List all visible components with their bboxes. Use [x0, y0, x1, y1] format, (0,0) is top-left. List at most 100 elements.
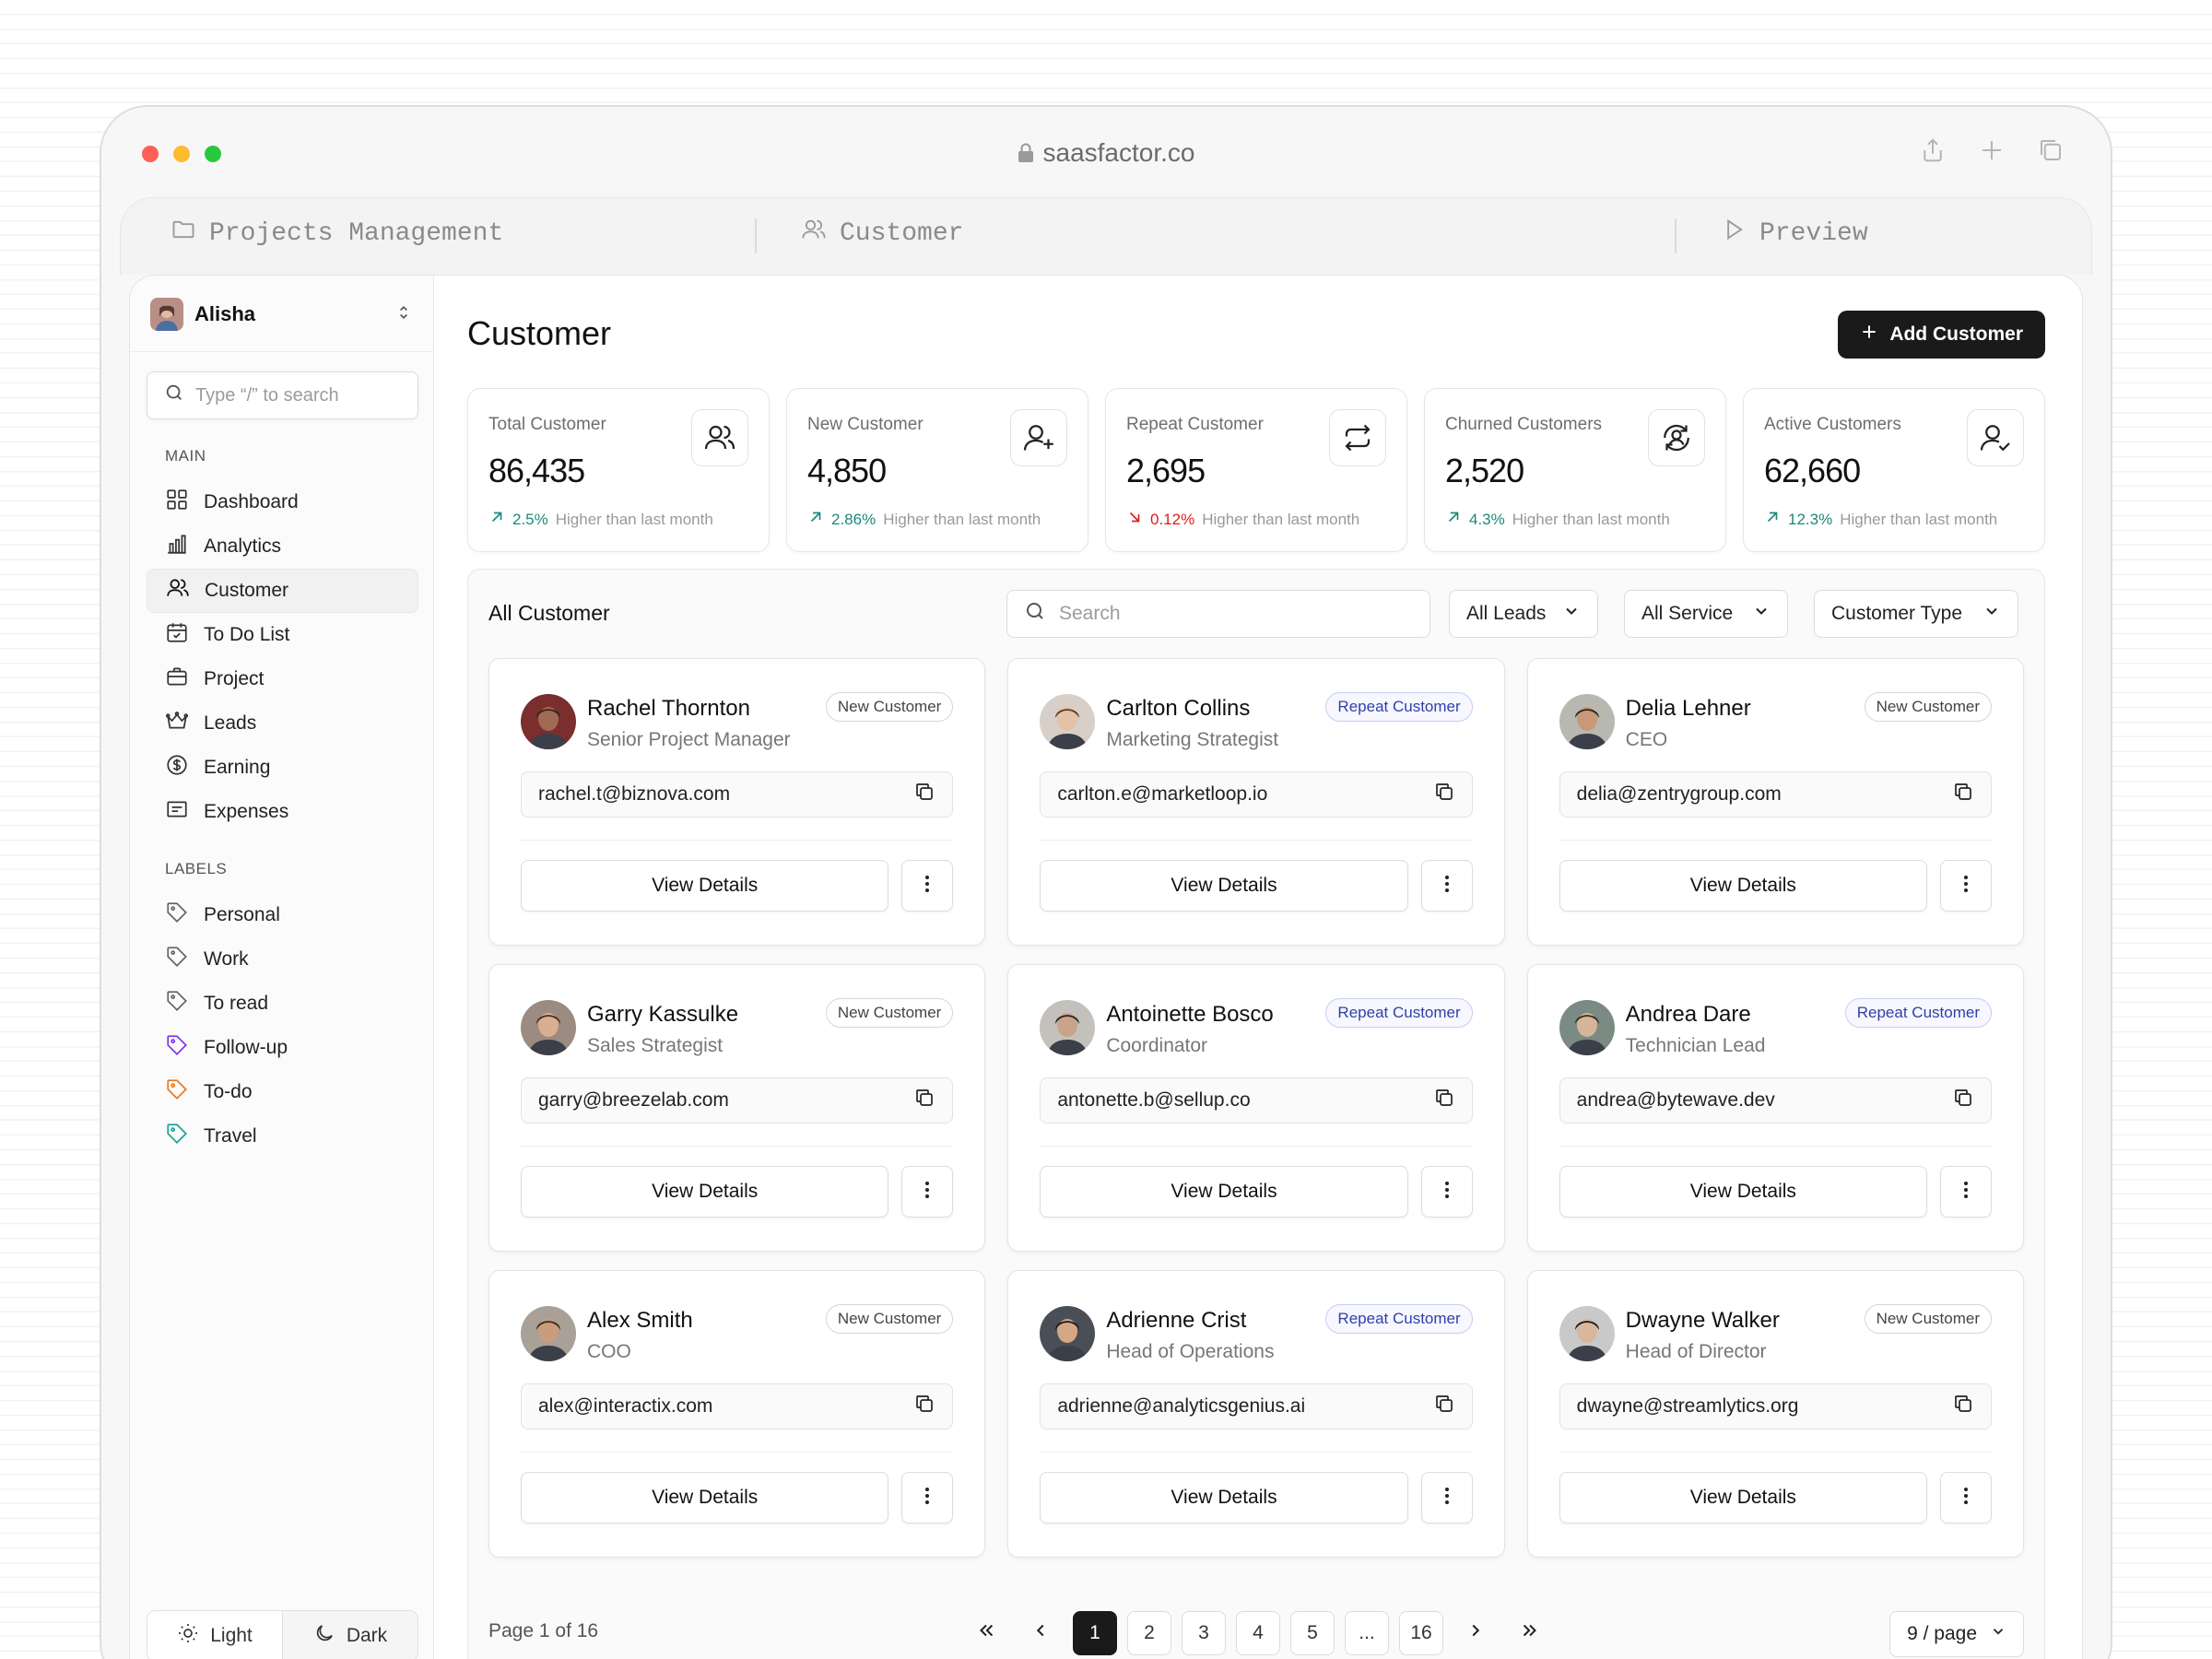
page-button[interactable]: 5: [1290, 1611, 1335, 1655]
more-vertical-icon: [1436, 873, 1458, 900]
tab-preview[interactable]: Preview: [1721, 217, 1868, 251]
sidebar-item-project[interactable]: Project: [147, 657, 418, 701]
sidebar-search-input[interactable]: Type “/” to search: [147, 371, 418, 419]
filter-customer-type[interactable]: Customer Type: [1814, 590, 2018, 638]
sidebar-item-customer[interactable]: Customer: [147, 569, 418, 613]
sidebar-item-analytics[interactable]: Analytics: [147, 524, 418, 569]
divider: [130, 351, 433, 352]
copy-icon[interactable]: [913, 1087, 935, 1114]
more-options-button[interactable]: [1420, 1472, 1473, 1524]
sidebar-item-expenses[interactable]: Expenses: [147, 790, 418, 834]
chevron-down-icon: [1752, 602, 1771, 626]
page-button[interactable]: 16: [1399, 1611, 1443, 1655]
sidebar-item-dashboard[interactable]: Dashboard: [147, 480, 418, 524]
copy-icon[interactable]: [913, 1393, 935, 1420]
avatar: [521, 1000, 576, 1055]
user-switcher[interactable]: Alisha: [150, 294, 413, 335]
tabs-overview-icon[interactable]: [2037, 136, 2065, 169]
email-text: carlton.e@marketloop.io: [1057, 783, 1268, 805]
view-details-button[interactable]: View Details: [1559, 1166, 1927, 1218]
tab-projects-management[interactable]: Projects Management: [171, 217, 503, 251]
sidebar-item-label: Customer: [205, 580, 289, 601]
view-details-button[interactable]: View Details: [521, 860, 889, 912]
section-label-main: MAIN: [165, 447, 206, 465]
trend-note: Higher than last month: [555, 510, 713, 528]
copy-icon[interactable]: [1952, 1393, 1974, 1420]
label-item-to-read[interactable]: To read: [147, 982, 418, 1026]
email-field: adrienne@analyticsgenius.ai: [1040, 1383, 1473, 1430]
page-info: Page 1 of 16: [488, 1620, 599, 1641]
browser-tabbar: Projects Management Customer Preview: [120, 197, 2092, 275]
view-details-button[interactable]: View Details: [1559, 860, 1927, 912]
label-item-text: Travel: [204, 1125, 257, 1147]
label-item-work[interactable]: Work: [147, 937, 418, 982]
trend-value: 12.3%: [1788, 510, 1833, 528]
stat-trend: 2.5% Higher than last month: [488, 509, 713, 530]
address-bar[interactable]: saasfactor.co: [101, 138, 2111, 170]
sidebar-item-label: Leads: [204, 712, 257, 734]
customer-search-input[interactable]: Search: [1006, 590, 1430, 638]
tag-icon: [165, 945, 189, 974]
stat-trend: 12.3% Higher than last month: [1764, 509, 1997, 530]
label-item-to-do[interactable]: To-do: [147, 1070, 418, 1114]
more-options-button[interactable]: [901, 1472, 954, 1524]
copy-icon[interactable]: [1433, 781, 1455, 808]
page-button[interactable]: 4: [1236, 1611, 1280, 1655]
view-details-button[interactable]: View Details: [1040, 1472, 1408, 1524]
customer-name: Antoinette Bosco: [1106, 1002, 1274, 1027]
view-details-button[interactable]: View Details: [521, 1472, 889, 1524]
bar-chart-icon: [165, 532, 189, 561]
new-tab-icon[interactable]: [1978, 136, 2006, 169]
per-page-select[interactable]: 9 / page: [1889, 1611, 2024, 1657]
view-details-button[interactable]: View Details: [1040, 1166, 1408, 1218]
label-item-follow-up[interactable]: Follow-up: [147, 1026, 418, 1070]
dark-theme-button[interactable]: Dark: [283, 1611, 418, 1659]
copy-icon[interactable]: [1952, 781, 1974, 808]
copy-icon[interactable]: [1433, 1393, 1455, 1420]
sidebar-item-earning[interactable]: Earning: [147, 746, 418, 790]
more-options-button[interactable]: [1939, 1472, 1992, 1524]
page-ellipsis[interactable]: ...: [1345, 1611, 1389, 1655]
page-button[interactable]: 3: [1182, 1611, 1226, 1655]
more-options-button[interactable]: [1420, 860, 1473, 912]
prev-page-button[interactable]: [1018, 1611, 1063, 1655]
filter-all-leads[interactable]: All Leads: [1449, 590, 1598, 638]
label-item-personal[interactable]: Personal: [147, 893, 418, 937]
page-button[interactable]: 1: [1073, 1611, 1117, 1655]
arrow-down-right-icon: [1126, 509, 1143, 530]
status-badge: New Customer: [825, 1304, 954, 1334]
view-details-button[interactable]: View Details: [1559, 1472, 1927, 1524]
first-page-button[interactable]: [964, 1611, 1008, 1655]
customer-list-panel: All Customer Search All Leads All Servic…: [467, 569, 2045, 1659]
copy-icon[interactable]: [913, 781, 935, 808]
add-customer-button[interactable]: Add Customer: [1838, 311, 2045, 359]
more-vertical-icon: [1955, 1485, 1977, 1512]
page-button[interactable]: 2: [1127, 1611, 1171, 1655]
tab-separator: [755, 218, 757, 253]
more-options-button[interactable]: [901, 1166, 954, 1218]
sidebar-item-todo[interactable]: To Do List: [147, 613, 418, 657]
chevron-down-icon: [1990, 1623, 2006, 1645]
light-theme-button[interactable]: Light: [147, 1611, 283, 1659]
label-item-travel[interactable]: Travel: [147, 1114, 418, 1159]
user-name: Alisha: [194, 302, 256, 325]
more-options-button[interactable]: [1939, 1166, 1992, 1218]
last-page-icon: [1520, 1620, 1540, 1646]
more-options-button[interactable]: [901, 860, 954, 912]
more-vertical-icon: [916, 1179, 938, 1206]
copy-icon[interactable]: [1952, 1087, 1974, 1114]
divider: [1040, 1146, 1473, 1147]
more-options-button[interactable]: [1939, 860, 1992, 912]
next-page-button[interactable]: [1453, 1611, 1498, 1655]
share-icon[interactable]: [1919, 136, 1947, 169]
copy-icon[interactable]: [1433, 1087, 1455, 1114]
users-icon: [801, 217, 827, 251]
filter-all-service[interactable]: All Service: [1624, 590, 1788, 638]
view-details-button[interactable]: View Details: [1040, 860, 1408, 912]
tab-separator: [1675, 218, 1677, 253]
sidebar-item-leads[interactable]: Leads: [147, 701, 418, 746]
tab-customer[interactable]: Customer: [801, 217, 963, 251]
more-options-button[interactable]: [1420, 1166, 1473, 1218]
last-page-button[interactable]: [1508, 1611, 1552, 1655]
view-details-button[interactable]: View Details: [521, 1166, 889, 1218]
